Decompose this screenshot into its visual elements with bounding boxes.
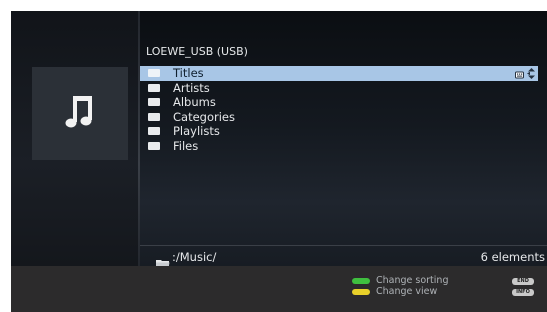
hint-label: Change view — [376, 286, 438, 297]
category-list: Titles Artists Albums Categories Playlis… — [140, 66, 538, 153]
list-item-label: Titles — [173, 66, 204, 80]
list-item-artists[interactable]: Artists — [140, 81, 538, 96]
end-key-badge[interactable]: END — [512, 278, 534, 285]
folder-icon — [148, 141, 160, 150]
hint-change-sorting[interactable]: Change sorting — [352, 275, 448, 286]
info-key-badge[interactable]: INFO — [512, 289, 534, 296]
folder-icon — [148, 98, 160, 107]
folder-icon — [148, 112, 160, 121]
current-path: :/Music/ — [172, 250, 217, 264]
hint-label: Change sorting — [376, 275, 449, 286]
list-item-files[interactable]: Files — [140, 139, 538, 154]
green-key-icon — [352, 277, 370, 284]
list-item-titles[interactable]: Titles — [140, 66, 538, 81]
element-count: 6 elements — [480, 250, 545, 264]
tv-screen: LOEWE_USB (USB) Titles Artists Albums Ca… — [11, 11, 547, 312]
folder-icon — [148, 69, 160, 78]
folder-icon — [148, 127, 160, 136]
bottom-hint-bar: Change sorting Change view END INFO — [11, 266, 547, 312]
hint-change-view[interactable]: Change view — [352, 286, 437, 297]
list-item-categories[interactable]: Categories — [140, 110, 538, 125]
list-item-label: Albums — [173, 95, 216, 109]
list-item-label: Categories — [173, 109, 235, 124]
path-bar: :/Music/ 6 elements — [140, 245, 547, 268]
list-item-label: Artists — [173, 80, 210, 95]
folder-icon — [148, 83, 160, 92]
list-item-label: Files — [173, 138, 199, 153]
music-note-icon — [60, 92, 100, 136]
list-item-playlists[interactable]: Playlists — [140, 124, 538, 139]
music-tile — [32, 67, 128, 160]
list-item-albums[interactable]: Albums — [140, 95, 538, 110]
list-item-label: Playlists — [173, 124, 220, 138]
device-title: LOEWE_USB (USB) — [146, 45, 248, 58]
yellow-key-icon — [352, 288, 370, 295]
